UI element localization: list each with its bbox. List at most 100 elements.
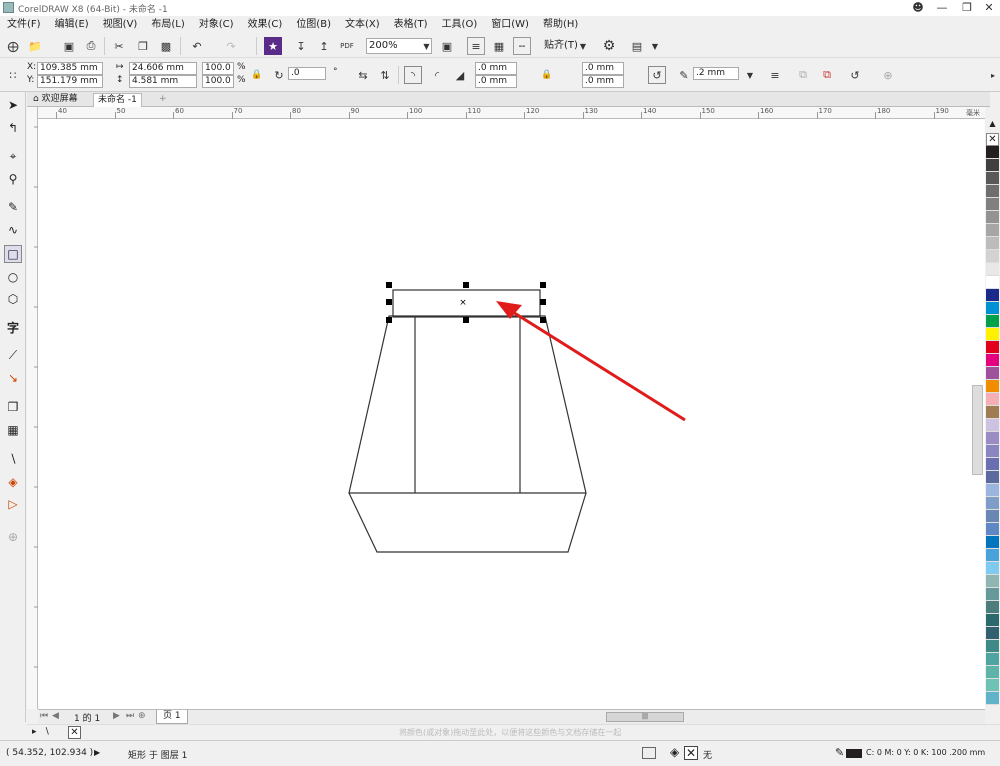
color-swatch[interactable]	[986, 172, 999, 185]
fill-none-icon[interactable]: ✕	[684, 746, 698, 760]
color-swatch[interactable]	[986, 510, 999, 523]
menu-edit[interactable]: 编辑(E)	[48, 16, 96, 34]
smart-fill-icon[interactable]: ▷	[4, 495, 22, 513]
menu-tools[interactable]: 工具(O)	[435, 16, 485, 34]
app-launcher-icon[interactable]: ▤	[628, 37, 646, 55]
drawing-canvas[interactable]: ×	[38, 119, 985, 709]
color-swatch[interactable]	[986, 640, 999, 653]
mirror-vertical-icon[interactable]: ⇅	[376, 66, 394, 84]
add-tab-button[interactable]: +	[155, 93, 171, 107]
publish-pdf-icon[interactable]: PDF	[338, 37, 356, 55]
color-swatch[interactable]	[986, 432, 999, 445]
object-origin-icon[interactable]: ∷	[4, 66, 22, 84]
shape-tool-icon[interactable]: ↰	[4, 119, 22, 137]
new-document-icon[interactable]: ⨁	[4, 37, 22, 55]
rectangle-tool-icon[interactable]: □	[4, 245, 22, 263]
eyedropper-icon[interactable]: ∖	[4, 450, 22, 468]
color-swatch[interactable]	[986, 328, 999, 341]
parallel-dimension-icon[interactable]: ⟋	[4, 346, 22, 364]
horizontal-ruler[interactable]: 40 50 60 70 80 90 100 110 120 130 140 150 160 170 180 1…	[38, 107, 985, 119]
no-color-swatch[interactable]: ✕	[986, 133, 999, 146]
color-swatch[interactable]	[986, 614, 999, 627]
rotation-icon[interactable]: ↻	[270, 66, 288, 84]
drop-shadow-icon[interactable]: ❐	[4, 398, 22, 416]
color-proofing-icon[interactable]	[642, 747, 656, 759]
to-front-icon[interactable]: ⧉	[794, 66, 812, 84]
interactive-fill-icon[interactable]: ◈	[4, 473, 22, 491]
text-tool-icon[interactable]: 字	[4, 318, 22, 336]
outline-width-field[interactable]: .2 mm	[693, 67, 739, 80]
color-swatch[interactable]	[986, 302, 999, 315]
color-swatch[interactable]	[986, 549, 999, 562]
mirror-horizontal-icon[interactable]: ⇆	[354, 66, 372, 84]
color-swatch[interactable]	[986, 627, 999, 640]
cut-icon[interactable]: ✂	[110, 37, 128, 55]
color-swatch[interactable]	[986, 406, 999, 419]
color-swatch[interactable]	[986, 146, 999, 159]
color-swatch[interactable]	[986, 367, 999, 380]
minimize-button[interactable]: —	[930, 0, 954, 16]
rulers-icon[interactable]: ≡	[467, 37, 485, 55]
guidelines-icon[interactable]: ╌	[513, 37, 531, 55]
more-right-icon[interactable]: ▸	[988, 66, 998, 84]
launcher-dropdown-icon[interactable]: ▼	[646, 37, 664, 55]
import-icon[interactable]: ↧	[292, 37, 310, 55]
doc-no-color-icon[interactable]: ✕	[68, 726, 81, 739]
grid-icon[interactable]: ▦	[490, 37, 508, 55]
color-swatch[interactable]	[986, 380, 999, 393]
page-prev-icon[interactable]: ◀	[52, 711, 59, 721]
color-swatch[interactable]	[986, 237, 999, 250]
body-trapezoid[interactable]	[348, 315, 587, 494]
corner-radius-4-field[interactable]: .0 mm	[582, 75, 624, 88]
relative-corner-scaling-icon[interactable]: ↺	[648, 66, 666, 84]
save-icon[interactable]: ▣	[60, 37, 78, 55]
color-swatch[interactable]	[986, 653, 999, 666]
zoom-dropdown-icon[interactable]: ▼	[421, 38, 432, 54]
close-button[interactable]: ✕	[977, 0, 1000, 16]
copy-icon[interactable]: ❐	[134, 37, 152, 55]
y-position-field[interactable]: 151.179 mm	[37, 75, 103, 88]
height-field[interactable]: 4.581 mm	[129, 75, 197, 88]
convert-to-curves-icon[interactable]: ↺	[846, 66, 864, 84]
corner-radius-1-field[interactable]: .0 mm	[475, 62, 517, 75]
zoom-tool-icon[interactable]: ⚲	[4, 170, 22, 188]
color-swatch[interactable]	[986, 601, 999, 614]
export-icon[interactable]: ↥	[315, 37, 333, 55]
menu-table[interactable]: 表格(T)	[387, 16, 435, 34]
add-page-icon[interactable]: ⊕	[138, 711, 146, 721]
text-wrap-icon[interactable]: ≡	[766, 66, 784, 84]
print-icon[interactable]: ⎙	[82, 37, 100, 55]
outline-dropdown-icon[interactable]: ▼	[741, 66, 759, 84]
doc-palette-options-icon[interactable]: ▸	[32, 727, 37, 737]
connector-tool-icon[interactable]: ↘	[4, 369, 22, 387]
color-swatch[interactable]	[986, 445, 999, 458]
page-last-icon[interactable]: ⏭	[126, 711, 134, 721]
color-swatch[interactable]	[986, 536, 999, 549]
snap-to-menu[interactable]: 贴齐(T)	[544, 40, 578, 52]
full-screen-icon[interactable]: ▣	[438, 37, 456, 55]
open-icon[interactable]: 📁	[26, 37, 44, 55]
outline-pen-icon[interactable]: ✎	[675, 66, 693, 84]
artistic-media-icon[interactable]: ∿	[4, 221, 22, 239]
page-next-icon[interactable]: ▶	[113, 711, 120, 721]
color-swatch[interactable]	[986, 692, 999, 705]
color-swatch[interactable]	[986, 393, 999, 406]
corner-radius-3-field[interactable]: .0 mm	[582, 62, 624, 75]
color-swatch[interactable]	[986, 588, 999, 601]
outline-color-swatch[interactable]	[846, 749, 862, 758]
width-field[interactable]: 24.606 mm	[129, 62, 197, 75]
crop-tool-icon[interactable]: ⌖	[4, 147, 22, 165]
color-swatch[interactable]	[986, 484, 999, 497]
tab-welcome[interactable]: ⌂ 欢迎屏幕	[29, 93, 82, 107]
color-swatch[interactable]	[986, 419, 999, 432]
vertical-ruler[interactable]	[27, 107, 38, 709]
palette-scroll-up-icon[interactable]: ▲	[985, 119, 1000, 133]
color-swatch[interactable]	[986, 224, 999, 237]
status-expand-icon[interactable]: ▶	[94, 748, 100, 757]
base-shape[interactable]	[348, 492, 587, 553]
doc-palette-eyedropper-icon[interactable]: ∖	[44, 727, 50, 737]
color-swatch[interactable]	[986, 497, 999, 510]
color-swatch[interactable]	[986, 575, 999, 588]
menu-effects[interactable]: 效果(C)	[241, 16, 290, 34]
ellipse-tool-icon[interactable]: ○	[4, 268, 22, 286]
